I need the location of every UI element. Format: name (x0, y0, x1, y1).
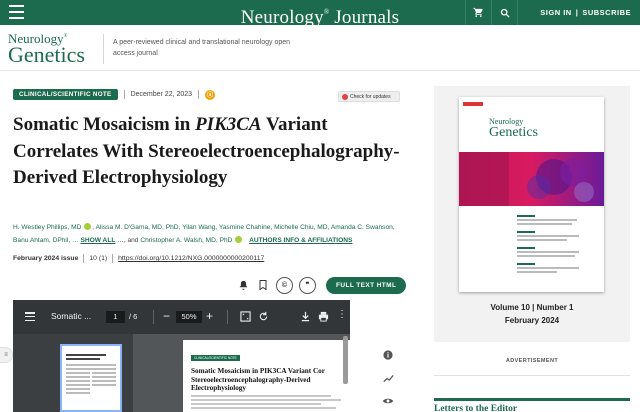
brand-registered-mark: ® (323, 8, 330, 16)
title-gene: PIK3CA (195, 114, 262, 135)
view-button[interactable] (381, 394, 395, 408)
author-list: H. Westley Phillips, MD , Alissa M. D'Ga… (13, 223, 395, 244)
article-tools (380, 348, 396, 408)
cover-corner-mark (463, 102, 483, 106)
cart-button[interactable] (465, 0, 491, 25)
article-meta-row: CLINICAL/SCIENTIFIC NOTE December 22, 20… (13, 89, 216, 100)
journal-logo-bottom: Genetics (8, 42, 85, 67)
header-divider (103, 34, 104, 64)
pdf-page-input[interactable]: 1 (106, 311, 125, 323)
meta-divider (123, 90, 125, 99)
download-icon[interactable] (300, 311, 311, 322)
author-link[interactable]: H. Westley Phillips, MD (13, 224, 81, 231)
subscribe-link[interactable]: SUBSCRIBE (582, 8, 631, 17)
issue-cover[interactable]: Neurology Genetics (459, 97, 604, 292)
print-icon[interactable] (318, 311, 329, 322)
pdf-menu-icon[interactable] (25, 312, 35, 321)
meta-divider (112, 254, 114, 263)
pdf-viewer[interactable]: Somatic ... 1 / 6 − 50% + ⋮ CLINICAL/SCI… (13, 300, 350, 412)
pdf-page-thumbnail[interactable] (60, 344, 122, 412)
publication-date: December 22, 2023 (130, 91, 193, 98)
bell-icon (239, 280, 247, 290)
pdf-page-title: Somatic Mosaicism in PIK3CA Variant Cor … (191, 367, 342, 393)
show-all-authors-link[interactable]: SHOW ALL (80, 237, 115, 244)
fit-page-icon[interactable] (240, 311, 251, 322)
cover-journal-bottom: Genetics (489, 125, 538, 140)
issue-date: February 2024 (504, 316, 560, 325)
full-text-html-button[interactable]: FULL TEXT HTML (326, 276, 407, 294)
doi-link[interactable]: https://doi.org/10.1212/NXG.000000000020… (118, 255, 264, 262)
search-button[interactable] (491, 0, 517, 25)
advertisement-divider (434, 375, 630, 376)
journal-logo[interactable]: Neurology® Genetics (8, 31, 103, 69)
top-actions: SIGN IN | SUBSCRIBE (465, 0, 640, 25)
check-for-updates-button[interactable]: Check for updates (338, 91, 400, 102)
pdf-thumbnail-sidebar (13, 334, 133, 412)
top-navigation-bar: Neurology® Journals SIGN IN | SUBSCRIBE (0, 0, 640, 28)
alert-bell-button[interactable] (236, 278, 250, 292)
authors-connector: …, and (117, 237, 141, 244)
sign-in-link[interactable]: SIGN IN (540, 8, 571, 17)
letters-to-the-editor-heading[interactable]: Letters to the Editor (434, 398, 630, 412)
pdf-scrollbar[interactable] (343, 336, 348, 384)
journal-header: Neurology® Genetics A peer-reviewed clin… (0, 25, 640, 71)
orcid-icon[interactable] (84, 223, 92, 230)
toolbar-divider (227, 310, 228, 324)
meta-divider (198, 90, 200, 99)
info-button[interactable] (381, 348, 395, 362)
pdf-page-view: CLINICAL/SCIENTIFIC NOTE Somatic Mosaici… (183, 340, 350, 412)
quote-icon: ❞ (305, 282, 310, 289)
account-links-divider: | (575, 8, 579, 17)
permissions-button[interactable]: © (276, 276, 293, 294)
advertisement-label: ADVERTISEMENT (505, 358, 559, 364)
cart-icon (473, 7, 484, 18)
check-for-updates-label: Check for updates (350, 93, 391, 100)
copyright-icon: © (281, 281, 288, 289)
rotate-icon[interactable] (258, 311, 269, 322)
menu-icon[interactable] (9, 5, 24, 19)
account-links: SIGN IN | SUBSCRIBE (517, 0, 640, 25)
article-title: Somatic Mosaicism in PIK3CA Variant Corr… (13, 112, 408, 192)
journal-logo-mark: ® (63, 34, 68, 39)
pdf-page-total: / 6 (129, 312, 138, 321)
bookmark-icon (259, 280, 267, 290)
pdf-page-title-line: Stereoelectroencephalography-Derived (191, 375, 311, 384)
metrics-button[interactable] (381, 371, 395, 385)
drawer-toggle-icon: ≡ (4, 352, 8, 358)
check-updates-icon (342, 93, 348, 100)
pdf-page-title-line: Somatic Mosaicism in PIK3CA Variant Cor (191, 367, 325, 375)
issue-info-row: February 2024 issue 10 (1) https://doi.o… (13, 254, 264, 263)
meta-divider (83, 254, 85, 263)
info-icon (383, 350, 393, 360)
pdf-toolbar: Somatic ... 1 / 6 − 50% + ⋮ (13, 300, 350, 334)
issue-label[interactable]: February 2024 issue (13, 255, 78, 262)
pdf-document-title: Somatic ... (51, 311, 92, 321)
article-type-badge[interactable]: CLINICAL/SCIENTIFIC NOTE (13, 89, 118, 100)
trend-icon (382, 374, 394, 382)
zoom-in-button[interactable]: + (206, 309, 213, 323)
toolbar-divider (153, 310, 154, 324)
more-options-icon[interactable]: ⋮ (337, 309, 348, 320)
issue-volume-info: Volume 10 | Number 1 February 2024 (434, 301, 630, 327)
cite-button[interactable]: ❞ (299, 276, 316, 294)
zoom-out-button[interactable]: − (163, 309, 170, 323)
orcid-icon[interactable] (235, 236, 243, 243)
author-link[interactable]: Christopher A. Walsh, MD, PhD (140, 237, 232, 244)
search-icon (500, 8, 510, 18)
open-access-icon: ⓐ (205, 89, 216, 100)
journal-tagline: A peer-reviewed clinical and translation… (113, 39, 291, 57)
side-drawer-toggle[interactable]: ≡ (0, 347, 13, 363)
zoom-level-input[interactable]: 50% (176, 311, 202, 323)
article-actions: © ❞ FULL TEXT HTML (236, 276, 407, 294)
cover-artwork (459, 152, 604, 206)
volume-number: Volume 10 | Number 1 (490, 303, 574, 312)
title-part-1: Somatic Mosaicism in (13, 114, 196, 135)
pdf-page-title-line: Electrophysiology (191, 384, 246, 392)
bookmark-button[interactable] (256, 278, 270, 292)
volume-issue: 10 (1) (89, 255, 108, 262)
authors-info-affiliations-link[interactable]: AUTHORS INFO & AFFILIATIONS (249, 237, 352, 244)
eye-icon (382, 398, 394, 404)
pdf-page-badge: CLINICAL/SCIENTIFIC NOTE (191, 355, 240, 361)
